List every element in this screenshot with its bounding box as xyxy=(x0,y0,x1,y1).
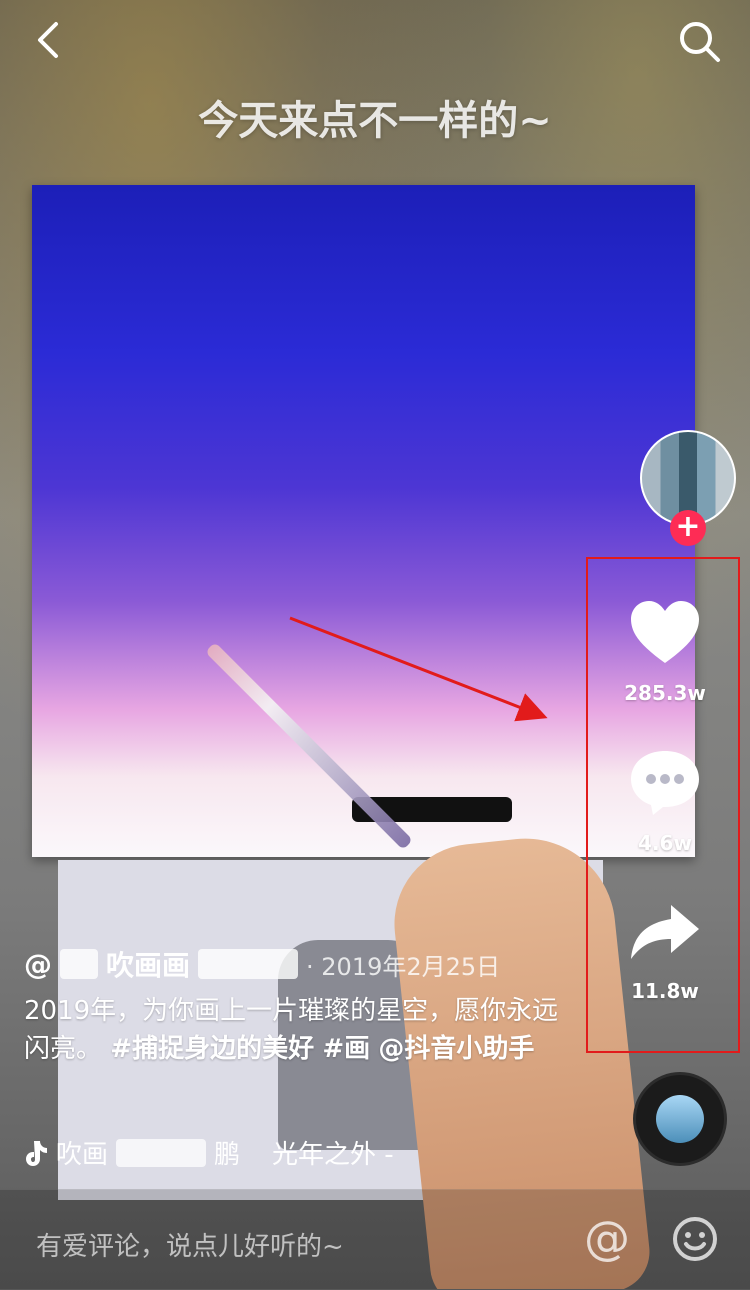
author-avatar[interactable]: + xyxy=(640,430,736,546)
top-bar xyxy=(0,0,750,90)
heart-icon xyxy=(631,601,699,663)
mention[interactable]: @抖音小助手 xyxy=(378,1034,534,1064)
follow-plus-button[interactable]: + xyxy=(670,510,706,546)
back-button[interactable] xyxy=(28,18,68,62)
search-button[interactable] xyxy=(674,16,724,66)
comment-button[interactable]: 4.6w xyxy=(588,741,742,855)
comment-count: 4.6w xyxy=(638,831,692,855)
search-icon xyxy=(680,22,720,62)
author-handle-prefix[interactable]: @ xyxy=(24,948,52,981)
music-disc[interactable] xyxy=(636,1075,724,1163)
comment-bar: 有爱评论，说点儿好听的~ @ xyxy=(0,1189,750,1290)
like-button[interactable]: 285.3w xyxy=(588,591,742,705)
comment-input[interactable]: 有爱评论，说点儿好听的~ xyxy=(36,1226,344,1263)
music-song-title: 光年之外 - xyxy=(272,1140,394,1170)
hashtag[interactable]: #画 xyxy=(322,1034,370,1064)
blurred-artist xyxy=(116,1138,207,1167)
post-description: 2019年，为你画上一片璀璨的星空，愿你永远闪亮。 #捕捉身边的美好 #画 @抖… xyxy=(24,992,584,1068)
post-caption: @ 吹画画 · 2019年2月25日 2019年，为你画上一片璀璨的星空，愿你永… xyxy=(24,944,584,1068)
music-line[interactable]: 吹画 鹏 光年之外 - xyxy=(24,1134,394,1171)
action-buttons-highlight: 285.3w 4.6w 11.8w xyxy=(586,557,740,1053)
author-line[interactable]: @ 吹画画 · 2019年2月25日 xyxy=(24,944,584,984)
like-count: 285.3w xyxy=(624,681,706,705)
disc-cover xyxy=(656,1095,704,1143)
smiley-icon xyxy=(673,1217,717,1261)
video-overlay-caption: 今天来点不一样的~ xyxy=(198,98,552,144)
share-button[interactable]: 11.8w xyxy=(588,889,742,1003)
author-handle-visible[interactable]: 吹画画 xyxy=(106,944,190,984)
emoji-button[interactable] xyxy=(670,1214,720,1264)
comment-bubble-icon xyxy=(631,751,699,815)
music-artist-suffix: 鹏 xyxy=(214,1140,241,1170)
share-count: 11.8w xyxy=(631,979,699,1003)
share-arrow-icon xyxy=(631,905,699,959)
hashtag[interactable]: #捕捉身边的美好 xyxy=(110,1034,314,1064)
music-artist-visible: 吹画 xyxy=(56,1140,109,1170)
blurred-name-part xyxy=(198,949,299,979)
music-note-icon xyxy=(26,1140,47,1166)
blurred-name-part xyxy=(60,949,98,979)
chevron-left-icon xyxy=(38,22,58,58)
post-date: · 2019年2月25日 xyxy=(306,952,501,981)
mention-button[interactable]: @ xyxy=(582,1214,632,1264)
